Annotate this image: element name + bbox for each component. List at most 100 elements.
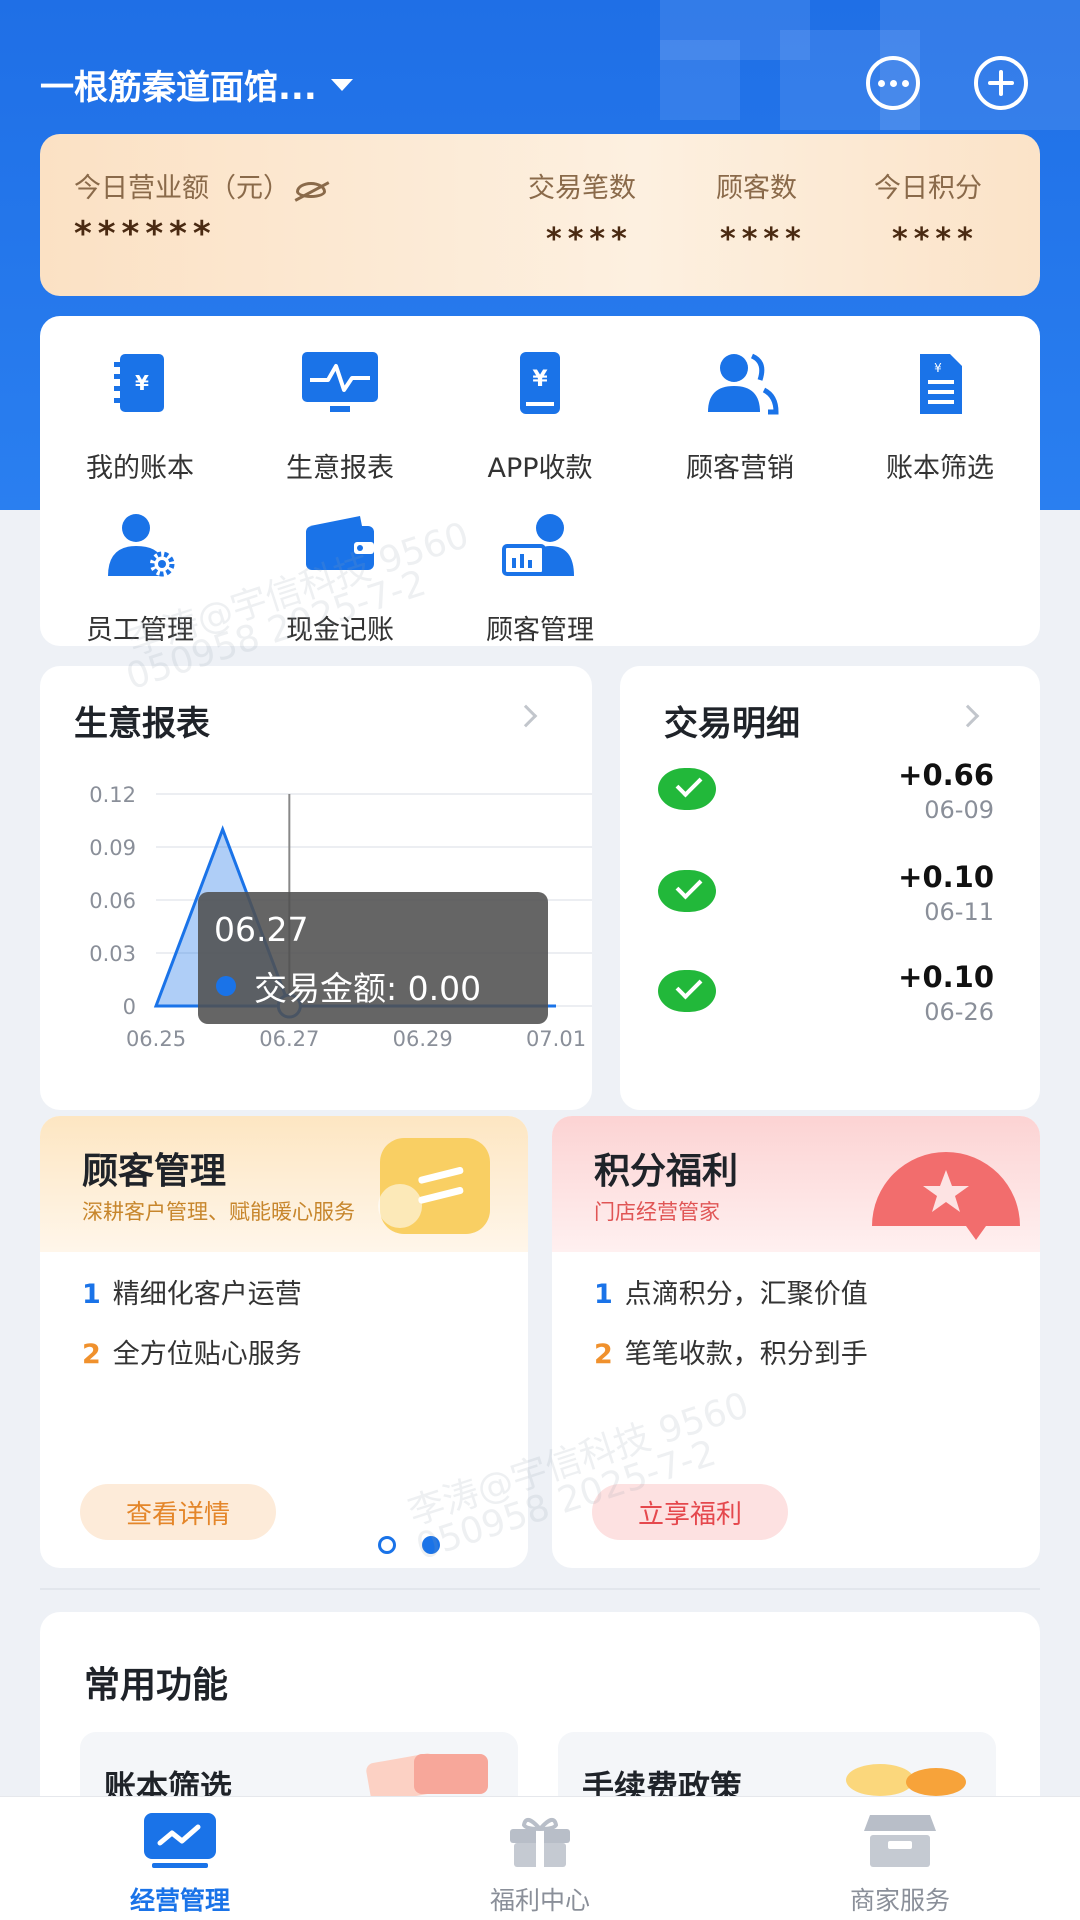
coins-icon [846, 1764, 966, 1796]
revenue-value: ****** [74, 214, 217, 254]
carousel-dot-active[interactable] [422, 1536, 440, 1554]
stats-card[interactable]: 今日营业额（元） ****** 交易笔数 **** 顾客数 **** 今日积分 … [40, 134, 1040, 296]
y-tick-label: 0.12 [89, 783, 136, 807]
report-chart[interactable]: 0.12 0.09 0.06 0.03 0 06.25 06.27 06.29 07.01 [40, 666, 592, 1110]
x-tick-label: 07.01 [526, 1027, 586, 1051]
message-icon[interactable] [866, 56, 920, 110]
tab-business-management[interactable]: 经营管理 [0, 1797, 360, 1920]
y-tick-label: 0.03 [89, 942, 136, 966]
y-tick-label: 0 [123, 995, 136, 1019]
menu-label: 顾客营销 [686, 453, 794, 484]
add-icon[interactable] [974, 56, 1028, 110]
tab-merchant-services[interactable]: 商家服务 [720, 1797, 1080, 1920]
tab-label: 经营管理 [129, 1886, 230, 1915]
eye-hidden-icon[interactable] [296, 181, 326, 198]
transaction-amount: +0.10 [898, 860, 994, 894]
promo-title: 顾客管理 [82, 1151, 227, 1192]
menu-item-business-report[interactable]: 生意报表 [250, 350, 430, 484]
function-menu: ¥ 我的账本 生意报表 ¥ APP收款 顾客营销 ¥ 账本筛选 员工管理 现金记… [40, 316, 1040, 646]
chat-bubble-icon [378, 1138, 490, 1234]
transaction-row[interactable]: +0.10 06-26 [658, 960, 994, 1040]
claim-benefit-button[interactable]: 立享福利 [592, 1484, 788, 1540]
promo-point: 1 精细化客户运营 [82, 1279, 302, 1310]
wallet-icon [306, 516, 374, 570]
menu-item-cash-bookkeeping[interactable]: 现金记账 [250, 512, 430, 646]
view-details-button[interactable]: 查看详情 [80, 1484, 276, 1540]
menu-item-customer-marketing[interactable]: 顾客营销 [650, 350, 830, 484]
x-tick-label: 06.25 [126, 1027, 186, 1051]
bottom-tab-bar: 经营管理 福利中心 商家服务 [0, 1796, 1080, 1920]
menu-item-my-ledger[interactable]: ¥ 我的账本 [50, 350, 230, 484]
business-report-card[interactable]: 生意报表 0.12 0.09 0.06 0.03 0 06.25 06.27 06.29 07… [40, 666, 592, 1110]
stat-value-customers: **** [720, 222, 807, 257]
transaction-amount: +0.10 [898, 960, 994, 994]
chevron-right-icon [956, 704, 980, 728]
staff-gear-icon [108, 514, 175, 577]
x-tick-label: 06.27 [259, 1027, 319, 1051]
carousel-indicator [378, 1536, 440, 1554]
stat-label-customers: 顾客数 [716, 173, 797, 204]
svg-text:¥: ¥ [135, 371, 149, 395]
menu-label: 现金记账 [286, 615, 394, 646]
tab-label: 商家服务 [849, 1886, 950, 1915]
monitor-chart-icon [302, 352, 378, 412]
tooltip-value: 交易金额: 0.00 [254, 969, 482, 1008]
ledger-icon: ¥ [114, 354, 164, 412]
promo-point: 2 笔笔收款，积分到手 [594, 1339, 868, 1370]
tab-welfare-center[interactable]: 福利中心 [360, 1797, 720, 1920]
shop-selector[interactable]: 一根筋秦道面馆... [40, 60, 353, 109]
transactions-title: 交易明细 [664, 704, 800, 744]
customer-management-promo[interactable]: 顾客管理 深耕客户管理、赋能暖心服务 1 精细化客户运营 2 全方位贴心服务 查看详… [40, 1116, 528, 1568]
carousel-dot[interactable] [378, 1536, 396, 1554]
promo-point: 1 点滴积分，汇聚价值 [594, 1279, 868, 1310]
transaction-date: 06-11 [924, 898, 994, 926]
promo-subtitle: 深耕客户管理、赋能暖心服务 [82, 1200, 355, 1224]
y-tick-label: 0.06 [89, 889, 136, 913]
menu-item-staff-management[interactable]: 员工管理 [50, 512, 230, 646]
promo-header: 顾客管理 深耕客户管理、赋能暖心服务 [40, 1116, 528, 1252]
menu-label: APP收款 [487, 453, 593, 484]
wechat-pay-icon [658, 870, 716, 912]
menu-item-ledger-filter[interactable]: ¥ 账本筛选 [850, 350, 1030, 484]
tooltip-series-marker [216, 976, 236, 996]
stat-value-transactions: **** [546, 222, 633, 257]
tab-label: 福利中心 [489, 1886, 590, 1915]
phone-payment-icon: ¥ [520, 352, 560, 414]
menu-item-customer-management[interactable]: 顾客管理 [450, 512, 630, 646]
transaction-amount: +0.66 [898, 758, 994, 792]
stat-value-points: **** [892, 222, 979, 257]
promo-subtitle: 门店经营管家 [594, 1200, 720, 1224]
transaction-row[interactable]: +0.66 06-09 [658, 758, 994, 838]
stat-label-transactions: 交易笔数 [528, 173, 636, 204]
stat-label-points: 今日积分 [874, 173, 982, 204]
menu-label: 员工管理 [86, 615, 194, 646]
store-icon [864, 1815, 936, 1867]
menu-item-app-payment[interactable]: ¥ APP收款 [450, 350, 630, 484]
transaction-date: 06-09 [924, 796, 994, 824]
wechat-pay-icon [658, 970, 716, 1012]
promo-header: 积分福利 门店经营管家 [552, 1116, 1040, 1252]
caret-down-icon [330, 78, 353, 91]
common-functions-title: 常用功能 [84, 1665, 229, 1706]
svg-text:¥: ¥ [934, 361, 942, 375]
menu-label: 我的账本 [86, 453, 194, 484]
tickets-icon [366, 1753, 488, 1800]
star-badge-icon [872, 1152, 1020, 1240]
section-divider [40, 1588, 1040, 1590]
document-icon: ¥ [920, 354, 962, 414]
top-bar: 一根筋秦道面馆... [0, 0, 1080, 130]
transaction-date: 06-26 [924, 998, 994, 1026]
wechat-pay-icon [658, 768, 716, 810]
customer-board-icon [502, 514, 574, 576]
transaction-detail-card[interactable]: 交易明细 +0.66 06-09 +0.10 06-11 +0.10 06-26 [620, 666, 1040, 1110]
business-chart-icon [144, 1813, 216, 1868]
menu-label: 顾客管理 [486, 615, 594, 646]
menu-label: 生意报表 [286, 453, 394, 484]
tooltip-date: 06.27 [214, 910, 309, 949]
transaction-row[interactable]: +0.10 06-11 [658, 860, 994, 940]
gift-icon [510, 1817, 570, 1867]
promo-point: 2 全方位贴心服务 [82, 1339, 302, 1370]
points-welfare-promo[interactable]: 积分福利 门店经营管家 1 点滴积分，汇聚价值 2 笔笔收款，积分到手 立享福利 [552, 1116, 1040, 1568]
shop-name: 一根筋秦道面馆... [40, 68, 317, 108]
users-icon [708, 353, 779, 415]
